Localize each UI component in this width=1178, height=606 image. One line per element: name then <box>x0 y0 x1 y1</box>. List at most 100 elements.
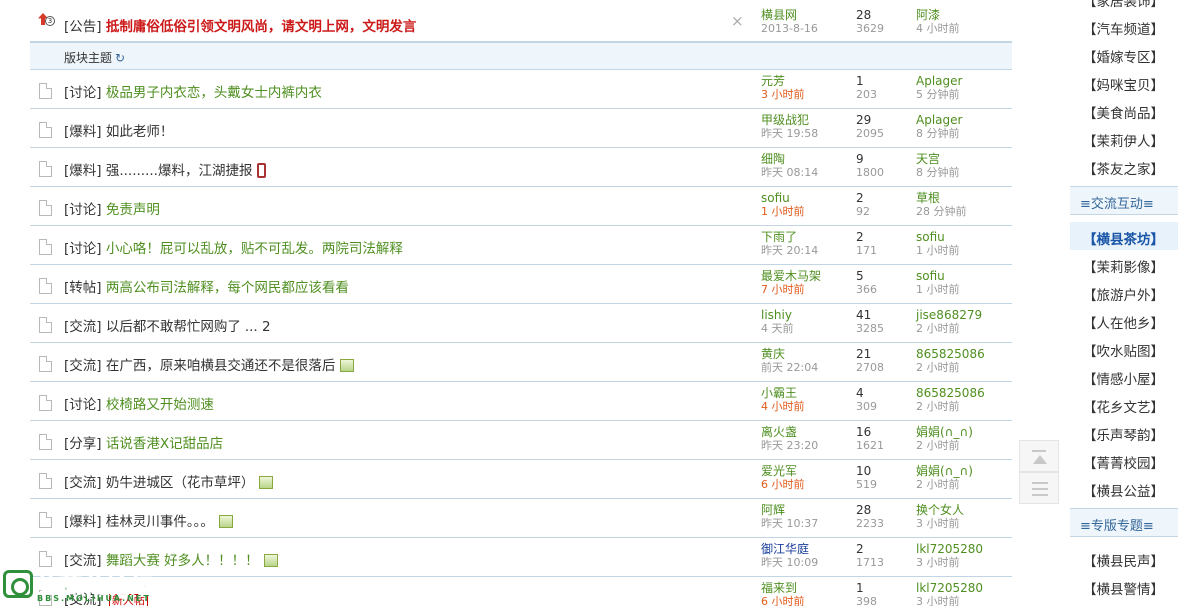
sidebar-item[interactable]: 【吹水贴图】 <box>1083 340 1164 360</box>
author-name[interactable]: 下雨了 <box>761 231 818 244</box>
last-poster[interactable]: lkl7205280 <box>916 543 983 556</box>
table-row[interactable]: [交流] 以后都不敢帮忙网购了... 2 lishiy 4 天前 41 3285 jise… <box>30 304 1012 343</box>
last-poster[interactable]: Aplager <box>916 114 962 127</box>
table-row[interactable]: [交流] 在广西，原来咱横县交通还不是很落后 黄庆 前天 22:04 21 2708 86… <box>30 343 1012 382</box>
thread-title[interactable]: 两高公布司法解释，每个网民都应该看看 <box>106 280 349 296</box>
sidebar-item[interactable]: 【情感小屋】 <box>1083 368 1164 388</box>
sidebar-item[interactable]: 【茉莉影像】 <box>1083 256 1164 276</box>
sidebar-item[interactable]: 【家居装饰】 <box>1083 0 1164 10</box>
thread-last-post: 换个女人 3 小时前 <box>916 504 964 531</box>
table-row[interactable]: [转帖] 两高公布司法解释，每个网民都应该看看 最爱木马架 7 小时前 5 366 sof… <box>30 265 1012 304</box>
last-poster[interactable]: 草根 <box>916 192 967 205</box>
last-poster[interactable]: 娟娟(∩_∩) <box>916 426 973 439</box>
author-name[interactable]: 黄庆 <box>761 348 818 361</box>
reply-count: 9 <box>856 152 864 166</box>
table-row[interactable]: [交流] 舞蹈大赛 好多人！！！！ 御江华庭 昨天 10:09 2 1713 lkl720… <box>30 538 1012 577</box>
last-poster[interactable]: Aplager <box>916 75 962 88</box>
last-poster[interactable]: 娟娟(∩_∩) <box>916 465 973 478</box>
table-row[interactable]: [爆料] 桂林灵川事件。。。 阿辉 昨天 10:37 28 2233 换个女人 3 小时前 <box>30 499 1012 538</box>
thread-category[interactable]: [讨论] <box>64 202 102 218</box>
thread-category[interactable]: [讨论] <box>64 397 102 413</box>
sidebar-item[interactable]: 【人在他乡】 <box>1083 312 1164 332</box>
sidebar-item[interactable]: 【横县茶坊】 <box>1083 228 1164 248</box>
author-name[interactable]: 甲级战犯 <box>761 114 818 127</box>
sidebar-item[interactable]: 【横县公益】 <box>1083 480 1164 500</box>
thread-category[interactable]: [交流] <box>64 553 102 569</box>
last-poster[interactable]: 865825086 <box>916 387 985 400</box>
sidebar-item[interactable]: 【乐声琴韵】 <box>1083 424 1164 444</box>
table-row[interactable]: [讨论] 极品男子内衣恋，头戴女士内裤内衣 元芳 3 小时前 1 203 Aplager 5… <box>30 70 1012 109</box>
table-row[interactable]: [分享] 话说香港X记甜品店 离火盏 昨天 23:20 16 1621 娟娟(∩_∩) 2 … <box>30 421 1012 460</box>
sidebar-item[interactable]: 【菁菁校园】 <box>1083 452 1164 472</box>
author-name[interactable]: 小霸王 <box>761 387 805 400</box>
sidebar-item[interactable]: 【旅游户外】 <box>1083 284 1164 304</box>
close-icon[interactable]: × <box>731 12 744 30</box>
sidebar-item[interactable]: 【妈咪宝贝】 <box>1083 74 1164 94</box>
thread-title[interactable]: 极品男子内衣恋，头戴女士内裤内衣 <box>106 85 322 101</box>
thread-category[interactable]: [讨论] <box>64 241 102 257</box>
thread-category[interactable]: [爆料] <box>64 124 102 140</box>
refresh-icon[interactable]: ↻ <box>115 51 125 65</box>
list-view-icon[interactable] <box>1019 472 1059 504</box>
back-to-top-icon[interactable] <box>1019 440 1059 472</box>
thread-title[interactable]: 桂林灵川事件。。。 <box>106 514 214 530</box>
last-poster[interactable]: sofiu <box>916 270 960 283</box>
thread-title[interactable]: 强.........爆料，江湖捷报 <box>106 163 253 179</box>
sidebar-item[interactable]: 【茉莉伊人】 <box>1083 130 1164 150</box>
last-poster[interactable]: 换个女人 <box>916 504 964 517</box>
last-poster[interactable]: 天宫 <box>916 153 960 166</box>
post-time: 昨天 08:14 <box>761 166 819 179</box>
sidebar-item[interactable]: 【横县民声】 <box>1083 550 1164 570</box>
table-row[interactable]: [讨论] 免责声明 sofiu 1 小时前 2 92 草根 28 分钟前 <box>30 187 1012 226</box>
sidebar-item[interactable]: 【汽车频道】 <box>1083 18 1164 38</box>
thread-title[interactable]: 校椅路又开始测速 <box>106 397 214 413</box>
table-row[interactable]: [交流] 奶牛进城区（花市草坪） 爱光军 6 小时前 10 519 娟娟(∩_∩) 2 小时… <box>30 460 1012 499</box>
last-poster[interactable]: jise868279 <box>916 309 982 322</box>
thread-category[interactable]: [交流] <box>64 475 102 491</box>
table-row[interactable]: [爆料] 如此老师！ 甲级战犯 昨天 19:58 29 2095 Aplager 8 分钟前 <box>30 109 1012 148</box>
table-row[interactable]: [讨论] 校椅路又开始测速 小霸王 4 小时前 4 309 865825086 2 小时前 <box>30 382 1012 421</box>
thread-author: 黄庆 前天 22:04 <box>761 348 818 375</box>
table-row[interactable]: [交流] 新人帖 福来到 6 小时前 1 398 lkl7205280 3 小时前 <box>30 577 1012 606</box>
thread-category[interactable]: [讨论] <box>64 85 102 101</box>
sidebar-item[interactable]: 【婚嫁专区】 <box>1083 46 1164 66</box>
announcement-title[interactable]: 抵制庸俗低俗引领文明风尚，请文明上网，文明发言 <box>106 19 417 35</box>
thread-title[interactable]: 免责声明 <box>106 202 160 218</box>
announcement-tag[interactable]: [公告] <box>64 19 102 35</box>
sidebar-item[interactable]: 【横县警情】 <box>1083 578 1164 598</box>
thread-category[interactable]: [转帖] <box>64 280 102 296</box>
author-name[interactable]: 爱光军 <box>761 465 805 478</box>
announcement-row[interactable]: 3 [公告] 抵制庸俗低俗引领文明风尚，请文明上网，文明发言 × 横县网 201… <box>30 0 1012 42</box>
author-name[interactable]: 离火盏 <box>761 426 818 439</box>
author-name[interactable]: lishiy <box>761 309 794 322</box>
thread-title[interactable]: 奶牛进城区（花市草坪） <box>106 475 255 491</box>
thread-title[interactable]: 在广西，原来咱横县交通还不是很落后 <box>106 358 336 374</box>
thread-title[interactable]: 小心咯！屁可以乱放，贴不可乱发。两院司法解释 <box>106 241 403 257</box>
thread-title[interactable]: 舞蹈大赛 好多人！！！！ <box>106 553 259 569</box>
thread-category[interactable]: [交流] <box>64 358 102 374</box>
author-name[interactable]: 御江华庭 <box>761 543 818 556</box>
table-row[interactable]: [讨论] 小心咯！屁可以乱放，贴不可乱发。两院司法解释 下雨了 昨天 20:14 2 1… <box>30 226 1012 265</box>
author-name[interactable]: sofiu <box>761 192 805 205</box>
thread-category[interactable]: [爆料] <box>64 514 102 530</box>
last-poster[interactable]: lkl7205280 <box>916 582 983 595</box>
last-poster[interactable]: 865825086 <box>916 348 985 361</box>
thread-category[interactable]: [交流] <box>64 319 102 335</box>
last-poster[interactable]: sofiu <box>916 231 960 244</box>
thread-title[interactable]: 如此老师！ <box>106 124 174 140</box>
author-name[interactable]: 细陶 <box>761 153 818 166</box>
thread-category[interactable]: [爆料] <box>64 163 102 179</box>
forum-sidebar: ≡交流互动≡ ≡专版专题≡ 【家居装饰】 【汽车频道】 【婚嫁专区】 【妈咪宝贝】 【美… <box>1070 0 1178 606</box>
thread-title[interactable]: 话说香港X记甜品店 <box>106 436 223 452</box>
sidebar-item[interactable]: 【花乡文艺】 <box>1083 396 1164 416</box>
author-name[interactable]: 福来到 <box>761 582 805 595</box>
table-row[interactable]: [爆料] 强.........爆料，江湖捷报 细陶 昨天 08:14 9 1800 天宫 8… <box>30 148 1012 187</box>
thread-category[interactable]: [分享] <box>64 436 102 452</box>
author-name[interactable]: 阿辉 <box>761 504 818 517</box>
sidebar-item[interactable]: 【茶友之家】 <box>1083 158 1164 178</box>
author-name[interactable]: 元芳 <box>761 75 805 88</box>
author-name[interactable]: 最爱木马架 <box>761 270 821 283</box>
sidebar-item[interactable]: 【美食尚品】 <box>1083 102 1164 122</box>
page-links[interactable]: ... 2 <box>245 319 271 335</box>
thread-title[interactable]: 以后都不敢帮忙网购了 <box>106 319 241 335</box>
